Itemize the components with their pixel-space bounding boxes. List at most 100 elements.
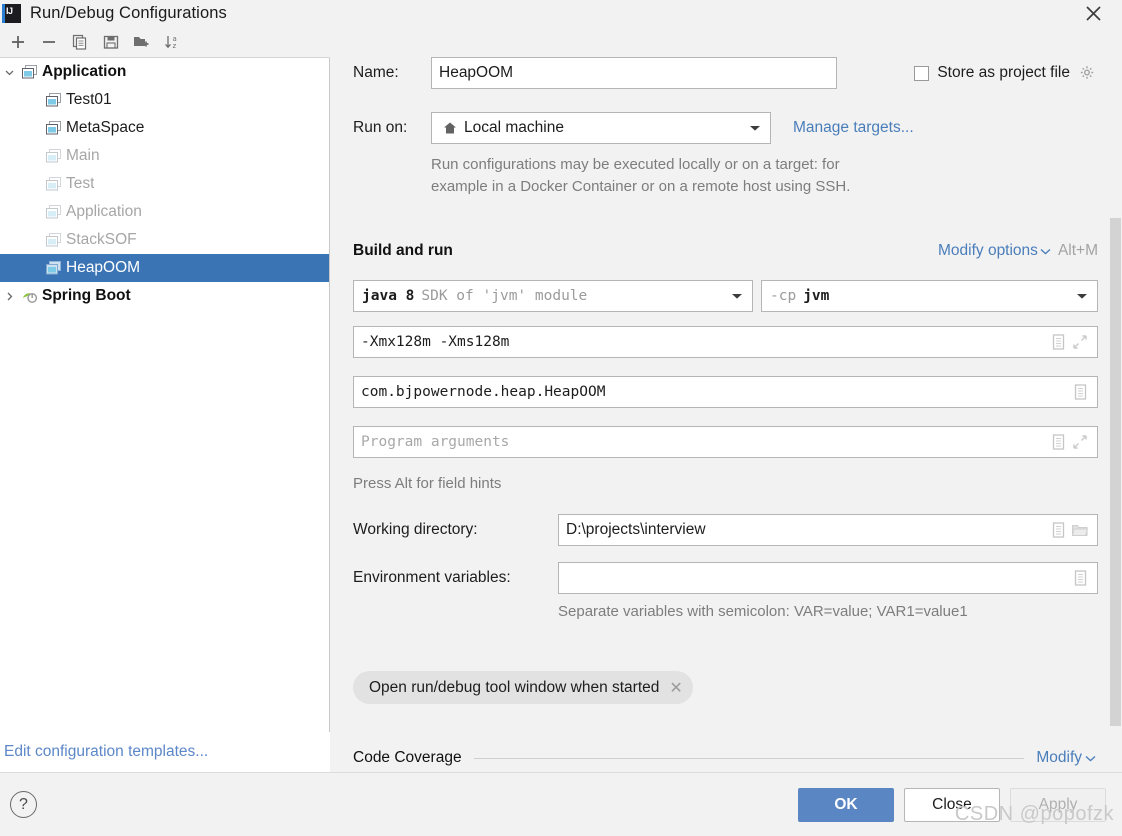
chevron-right-icon[interactable]: [0, 291, 18, 302]
expand-editor-icon[interactable]: [1069, 431, 1091, 453]
tree-group-application[interactable]: Application: [0, 58, 329, 86]
classpath-select[interactable]: -cp jvm: [761, 280, 1098, 312]
move-into-folder-button[interactable]: [126, 28, 157, 57]
main-class-value: com.bjpowernode.heap.HeapOOM: [361, 384, 606, 400]
modify-options-shortcut: Alt+M: [1057, 242, 1098, 259]
local-machine-icon: [440, 117, 460, 139]
add-configuration-button[interactable]: [2, 28, 33, 57]
field-hints-text: Press Alt for field hints: [353, 475, 502, 492]
tree-item-stacksof[interactable]: StackSOF: [0, 226, 329, 254]
save-configuration-button[interactable]: [95, 28, 126, 57]
configurations-tree[interactable]: Application Test01 MetaSpace Main Test A…: [0, 58, 329, 732]
editor-scrollbar-thumb[interactable]: [1110, 218, 1121, 726]
main-class-input[interactable]: com.bjpowernode.heap.HeapOOM: [353, 376, 1098, 408]
run-debug-configurations-dialog: Run/Debug Configurations: [0, 0, 1122, 836]
build-and-run-header: Build and run Modify options Alt+M: [353, 242, 1098, 260]
tree-item-main[interactable]: Main: [0, 142, 329, 170]
tree-item-heapoom[interactable]: HeapOOM: [0, 254, 329, 282]
classpath-module: jvm: [803, 288, 830, 304]
macro-list-icon[interactable]: [1047, 431, 1069, 453]
working-directory-row: Working directory: D:\projects\interview: [353, 514, 1098, 546]
run-on-hint: Run configurations may be executed local…: [431, 154, 1031, 198]
tree-item-test[interactable]: Test: [0, 170, 329, 198]
tree-item-label: Spring Boot: [42, 287, 131, 304]
sort-configurations-button[interactable]: a z: [157, 28, 188, 57]
application-icon: [42, 204, 66, 220]
jre-value-name: java 8: [362, 288, 415, 304]
environment-variables-hint: Separate variables with semicolon: VAR=v…: [558, 603, 968, 620]
tree-item-label: Test: [66, 175, 95, 192]
svg-text:z: z: [173, 42, 177, 50]
edit-configuration-templates-link[interactable]: Edit configuration templates...: [0, 732, 330, 772]
remove-configuration-button[interactable]: [33, 28, 64, 57]
code-coverage-title: Code Coverage: [353, 749, 462, 766]
application-icon: [42, 232, 66, 248]
tree-group-spring-boot[interactable]: Spring Boot: [0, 282, 329, 310]
run-on-hint-line1: Run configurations may be executed local…: [431, 156, 840, 173]
tree-item-label: StackSOF: [66, 231, 137, 248]
tree-item-label: Application: [66, 203, 142, 220]
close-icon[interactable]: [1070, 0, 1116, 27]
ok-button[interactable]: OK: [798, 788, 894, 822]
build-and-run-title: Build and run: [353, 242, 453, 259]
dialog-actions: OK Close Apply: [798, 788, 1106, 822]
run-on-select[interactable]: Local machine: [431, 112, 771, 144]
run-on-value: Local machine: [464, 119, 564, 136]
close-button[interactable]: Close: [904, 788, 1000, 822]
expand-editor-icon[interactable]: [1069, 331, 1091, 353]
application-icon: [42, 120, 66, 136]
tree-item-label: HeapOOM: [66, 259, 141, 276]
working-directory-input[interactable]: D:\projects\interview: [558, 514, 1098, 546]
macro-list-icon[interactable]: [1047, 331, 1069, 353]
tree-item-label: Main: [66, 147, 100, 164]
jre-select[interactable]: java 8 SDK of 'jvm' module: [353, 280, 753, 312]
tree-item-test01[interactable]: Test01: [0, 86, 329, 114]
environment-variables-input[interactable]: [558, 562, 1098, 594]
copy-configuration-button[interactable]: [64, 28, 95, 57]
dialog-button-bar: ? OK Close Apply CSDN @popofzk: [0, 772, 1122, 836]
name-input[interactable]: HeapOOM: [431, 57, 837, 89]
chevron-down-icon[interactable]: [744, 124, 766, 132]
modify-options-link[interactable]: Modify options: [938, 242, 1038, 260]
configurations-toolbar: a z: [0, 27, 330, 58]
code-coverage-modify-link[interactable]: Modify: [1036, 749, 1082, 767]
tree-item-application[interactable]: Application: [0, 198, 329, 226]
application-icon: [42, 260, 66, 276]
chip-label: Open run/debug tool window when started: [369, 678, 660, 696]
tree-item-label: MetaSpace: [66, 119, 145, 136]
chevron-down-icon[interactable]: [1082, 755, 1098, 762]
jre-classpath-row: java 8 SDK of 'jvm' module -cp jvm: [353, 280, 1098, 312]
browse-folder-icon[interactable]: [1069, 519, 1091, 541]
program-arguments-placeholder: Program arguments: [361, 434, 510, 450]
macro-list-icon[interactable]: [1069, 567, 1091, 589]
store-as-project-file-checkbox[interactable]: [914, 65, 930, 81]
chevron-down-icon[interactable]: [1071, 292, 1093, 300]
application-icon: [18, 64, 42, 80]
jre-value-description: SDK of 'jvm' module: [421, 288, 588, 304]
apply-button: Apply: [1010, 788, 1106, 822]
dialog-title: Run/Debug Configurations: [30, 4, 227, 22]
tree-item-metaspace[interactable]: MetaSpace: [0, 114, 329, 142]
close-small-icon[interactable]: ✕: [669, 678, 682, 698]
macro-list-icon[interactable]: [1047, 519, 1069, 541]
chevron-down-icon[interactable]: [0, 67, 18, 78]
macro-list-icon[interactable]: [1069, 381, 1091, 403]
store-as-project-file-row[interactable]: Store as project file: [914, 62, 1098, 84]
run-on-label: Run on:: [353, 119, 408, 136]
chevron-down-icon[interactable]: [1038, 248, 1054, 255]
program-arguments-input[interactable]: Program arguments: [353, 426, 1098, 458]
title-bar: Run/Debug Configurations: [0, 0, 1122, 27]
working-directory-value: D:\projects\interview: [566, 521, 706, 538]
application-icon: [42, 176, 66, 192]
gear-icon[interactable]: [1076, 62, 1098, 84]
vm-options-input[interactable]: -Xmx128m -Xms128m: [353, 326, 1098, 358]
run-on-row: Run on: Local machine Manage targets...: [353, 112, 1098, 144]
help-button[interactable]: ?: [10, 791, 37, 818]
manage-targets-link[interactable]: Manage targets...: [793, 119, 914, 137]
classpath-flag: -cp: [770, 288, 797, 304]
intellij-idea-icon: [2, 4, 21, 23]
name-row: Name: HeapOOM Store as project file: [353, 57, 1098, 89]
open-run-debug-tool-window-chip[interactable]: Open run/debug tool window when started …: [353, 671, 693, 704]
name-label: Name:: [353, 64, 399, 81]
chevron-down-icon[interactable]: [726, 292, 748, 300]
